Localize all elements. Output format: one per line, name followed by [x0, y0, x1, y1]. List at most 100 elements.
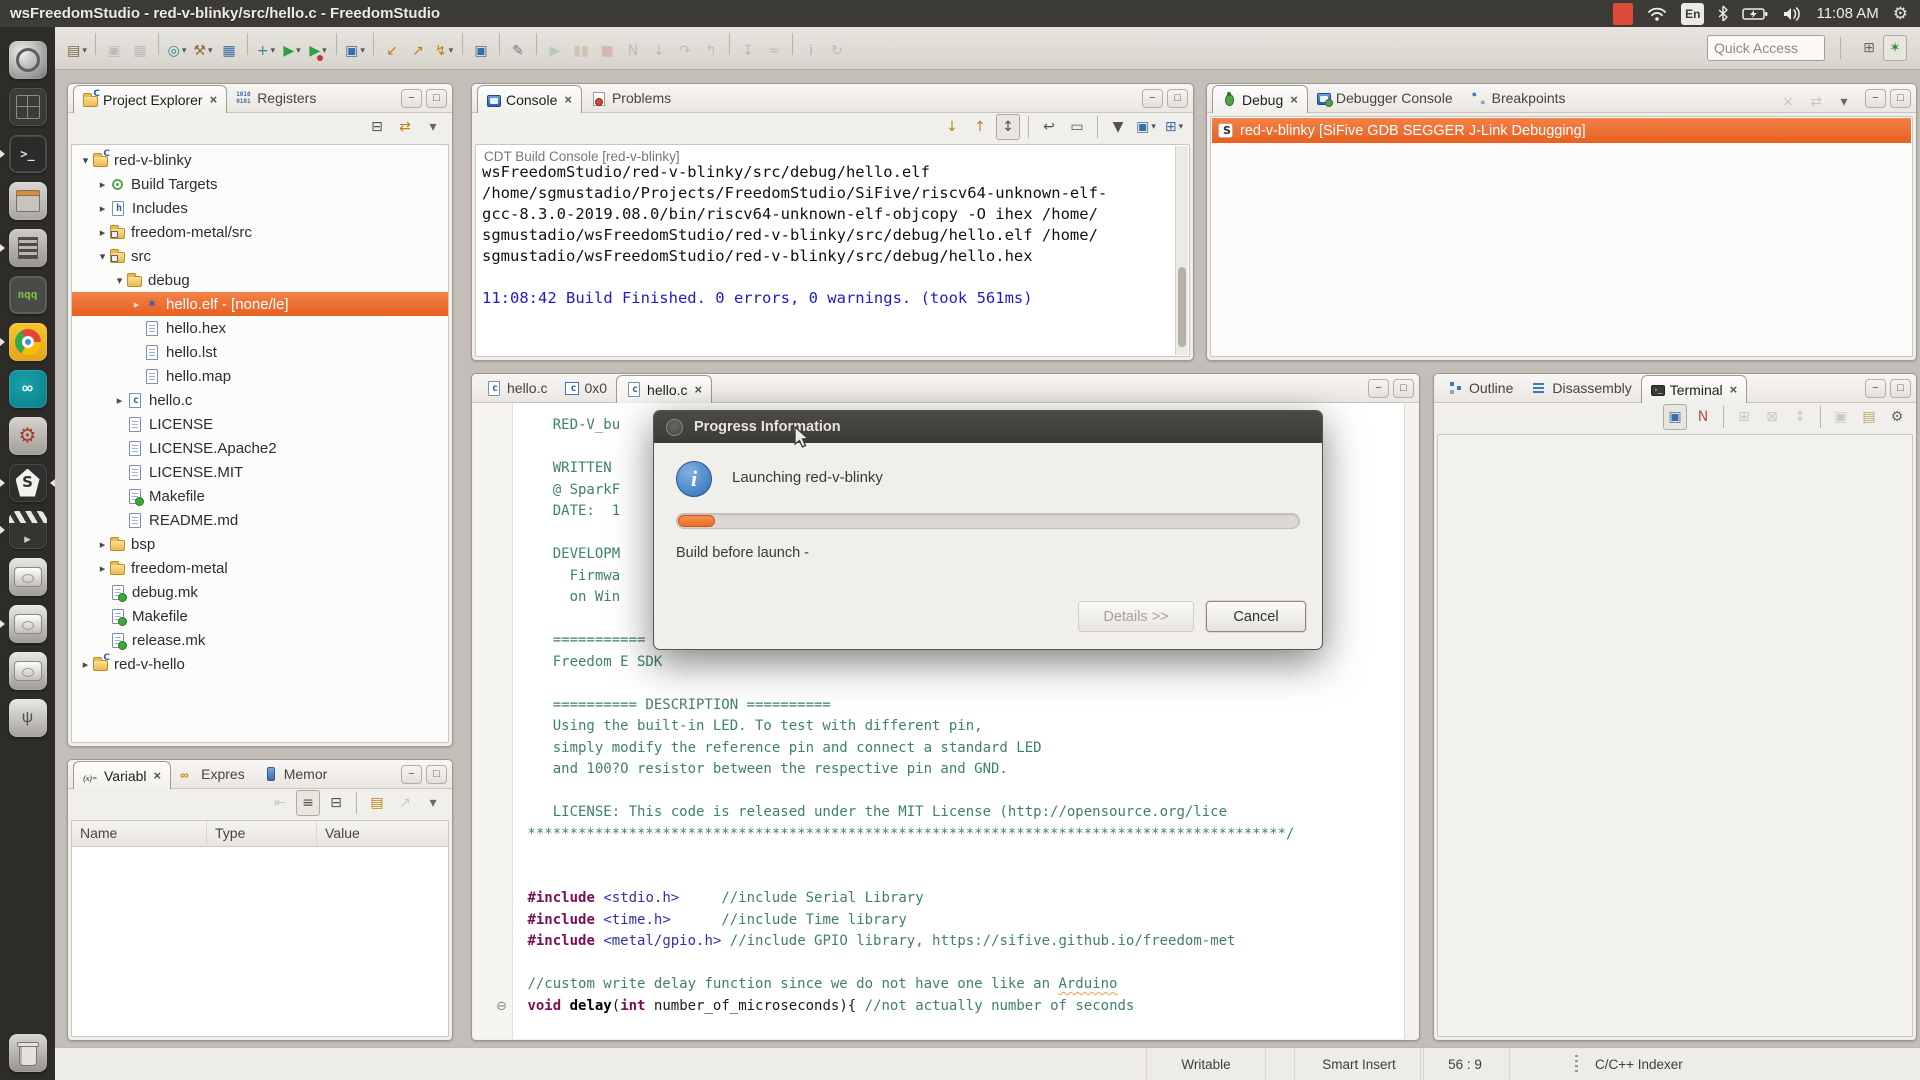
- keyboard-layout-indicator[interactable]: En: [1681, 3, 1704, 25]
- scroll-lock-button[interactable]: ↕: [996, 114, 1020, 140]
- tab-outline[interactable]: Outline: [1439, 374, 1522, 402]
- dropdown-arrow-icon[interactable]: ▾: [322, 45, 327, 56]
- debug-session-row[interactable]: red-v-blinky [SiFive GDB SEGGER J-Link D…: [1212, 118, 1911, 143]
- dropdown-arrow-icon[interactable]: ▾: [82, 45, 87, 56]
- launcher-terminal[interactable]: >_: [9, 135, 47, 173]
- tab-debugger-console[interactable]: Debugger Console: [1308, 84, 1462, 112]
- new-button[interactable]: ▤▾: [65, 38, 89, 64]
- tree-item-freedom-metal-src[interactable]: ▸freedom-metal/src: [72, 220, 448, 244]
- show-logical-structure-button[interactable]: ≡: [296, 790, 320, 816]
- expand-arrow-icon[interactable]: ▾: [112, 274, 127, 287]
- quick-access-input[interactable]: [1707, 35, 1825, 61]
- close-icon[interactable]: ×: [1730, 382, 1738, 397]
- minimize-button[interactable]: −: [1142, 89, 1163, 108]
- terminal-settings-button[interactable]: ⚙: [1885, 404, 1909, 430]
- bluetooth-icon[interactable]: [1718, 3, 1728, 25]
- export-button[interactable]: ↗: [406, 38, 430, 64]
- build-button[interactable]: ⚒▾: [191, 38, 215, 64]
- launcher-disk-2[interactable]: [9, 605, 47, 643]
- tree-item-release-mk[interactable]: release.mk: [72, 628, 448, 652]
- volume-icon[interactable]: [1782, 3, 1802, 25]
- tree-item-src[interactable]: ▾src: [72, 244, 448, 268]
- new-wizard-button[interactable]: +▾: [254, 38, 278, 64]
- launcher-video-editor[interactable]: [9, 511, 47, 549]
- tree-item-hello-elf-none-le[interactable]: ▸hello.elf - [none/le]: [72, 292, 448, 316]
- dropdown-arrow-icon[interactable]: ▾: [360, 45, 365, 56]
- collapse-all-button[interactable]: ⊟: [324, 790, 348, 816]
- tree-item-red-v-hello[interactable]: ▸red-v-hello: [72, 652, 448, 676]
- tab-0x0[interactable]: 0x0: [556, 374, 616, 402]
- flash-target-button[interactable]: ◎▾: [165, 38, 189, 64]
- view-menu-button[interactable]: ▾: [421, 114, 445, 140]
- tree-item-makefile[interactable]: Makefile: [72, 604, 448, 628]
- debug-launch-button[interactable]: ▶▾: [306, 38, 330, 64]
- maximize-button[interactable]: □: [1167, 89, 1188, 108]
- tree-item-hello-map[interactable]: hello.map: [72, 364, 448, 388]
- tab-memor[interactable]: Memor: [254, 760, 337, 788]
- tree-item-license-mit[interactable]: LICENSE.MIT: [72, 460, 448, 484]
- overview-ruler[interactable]: [1404, 403, 1418, 1039]
- fold-collapse-icon[interactable]: ⊖: [473, 996, 512, 1018]
- minimize-button[interactable]: −: [1865, 89, 1886, 108]
- dropdown-arrow-icon[interactable]: ▾: [1179, 121, 1184, 132]
- dropdown-arrow-icon[interactable]: ▾: [208, 45, 213, 56]
- launcher-workspace-switcher[interactable]: [9, 88, 47, 126]
- tree-item-makefile[interactable]: Makefile: [72, 484, 448, 508]
- mark-occurrences-button[interactable]: ✎: [506, 38, 530, 64]
- tab-hello-c[interactable]: hello.c: [477, 374, 556, 402]
- minimize-button[interactable]: −: [1865, 379, 1886, 398]
- tab-expres[interactable]: Expres: [171, 760, 254, 788]
- tree-item-readme-md[interactable]: README.md: [72, 508, 448, 532]
- dropdown-arrow-icon[interactable]: ▾: [271, 45, 276, 56]
- expand-arrow-icon[interactable]: ▾: [95, 250, 110, 263]
- dialog-titlebar[interactable]: Progress Information: [654, 411, 1322, 443]
- minimize-button[interactable]: −: [401, 89, 422, 108]
- open-console-button[interactable]: ▣: [469, 38, 493, 64]
- expand-arrow-icon[interactable]: ▸: [78, 658, 93, 671]
- expand-arrow-icon[interactable]: ▸: [95, 538, 110, 551]
- expand-arrow-icon[interactable]: ▾: [78, 154, 93, 167]
- tab-hello-c[interactable]: hello.c×: [616, 375, 712, 403]
- tree-item-hello-lst[interactable]: hello.lst: [72, 340, 448, 364]
- open-terminal-button[interactable]: ▣: [1663, 404, 1687, 430]
- flash-device-button[interactable]: ↯▾: [432, 38, 456, 64]
- pin-console-button[interactable]: ▼: [1106, 114, 1130, 140]
- launcher-freedomstudio[interactable]: [9, 464, 47, 502]
- show-on-output-button[interactable]: ↑: [968, 114, 992, 140]
- tab-variabl[interactable]: Variabl×: [73, 761, 171, 789]
- recording-indicator-icon[interactable]: [1613, 3, 1633, 25]
- tab-console[interactable]: Console×: [477, 85, 582, 113]
- window-menu-icon[interactable]: [666, 419, 683, 436]
- add-watch-button[interactable]: ▤: [365, 790, 389, 816]
- tree-item-freedom-metal[interactable]: ▸freedom-metal: [72, 556, 448, 580]
- scroll-to-end-button[interactable]: ↓: [940, 114, 964, 140]
- display-selected-console-button[interactable]: ▣▾: [1134, 114, 1158, 140]
- dropdown-arrow-icon[interactable]: ▾: [449, 45, 454, 56]
- tab-project-explorer[interactable]: Project Explorer×: [73, 85, 227, 113]
- launcher-disk-3[interactable]: [9, 652, 47, 690]
- tab-breakpoints[interactable]: Breakpoints: [1462, 84, 1575, 112]
- dropdown-arrow-icon[interactable]: ▾: [1151, 121, 1156, 132]
- tab-debug[interactable]: Debug×: [1212, 85, 1308, 113]
- view-menu-button[interactable]: ▾: [1832, 89, 1856, 115]
- link-with-editor-button[interactable]: ⇄: [393, 114, 417, 140]
- column-header-type[interactable]: Type: [207, 821, 317, 846]
- clock[interactable]: 11:08 AM: [1816, 3, 1878, 25]
- new-view-button[interactable]: ▣▾: [343, 38, 367, 64]
- battery-icon[interactable]: [1742, 3, 1768, 25]
- tab-registers[interactable]: Registers: [227, 84, 325, 112]
- import-button[interactable]: ↙: [380, 38, 404, 64]
- launcher-trash[interactable]: [9, 1034, 47, 1072]
- collapse-all-button[interactable]: ⊟: [365, 114, 389, 140]
- session-gear-icon[interactable]: ⚙: [1893, 3, 1908, 25]
- launcher-arduino-ide[interactable]: ∞: [9, 370, 47, 408]
- run-button[interactable]: ▶▾: [280, 38, 304, 64]
- launcher-usb-drive[interactable]: ψ: [9, 699, 47, 737]
- maximize-button[interactable]: □: [426, 89, 447, 108]
- paste-button[interactable]: ▤: [1857, 404, 1881, 430]
- maximize-button[interactable]: □: [1890, 89, 1911, 108]
- expand-arrow-icon[interactable]: ▸: [95, 226, 110, 239]
- view-menu-button[interactable]: ▾: [421, 790, 445, 816]
- clear-console-button[interactable]: ▭: [1065, 114, 1089, 140]
- launcher-google-chrome[interactable]: [9, 323, 47, 361]
